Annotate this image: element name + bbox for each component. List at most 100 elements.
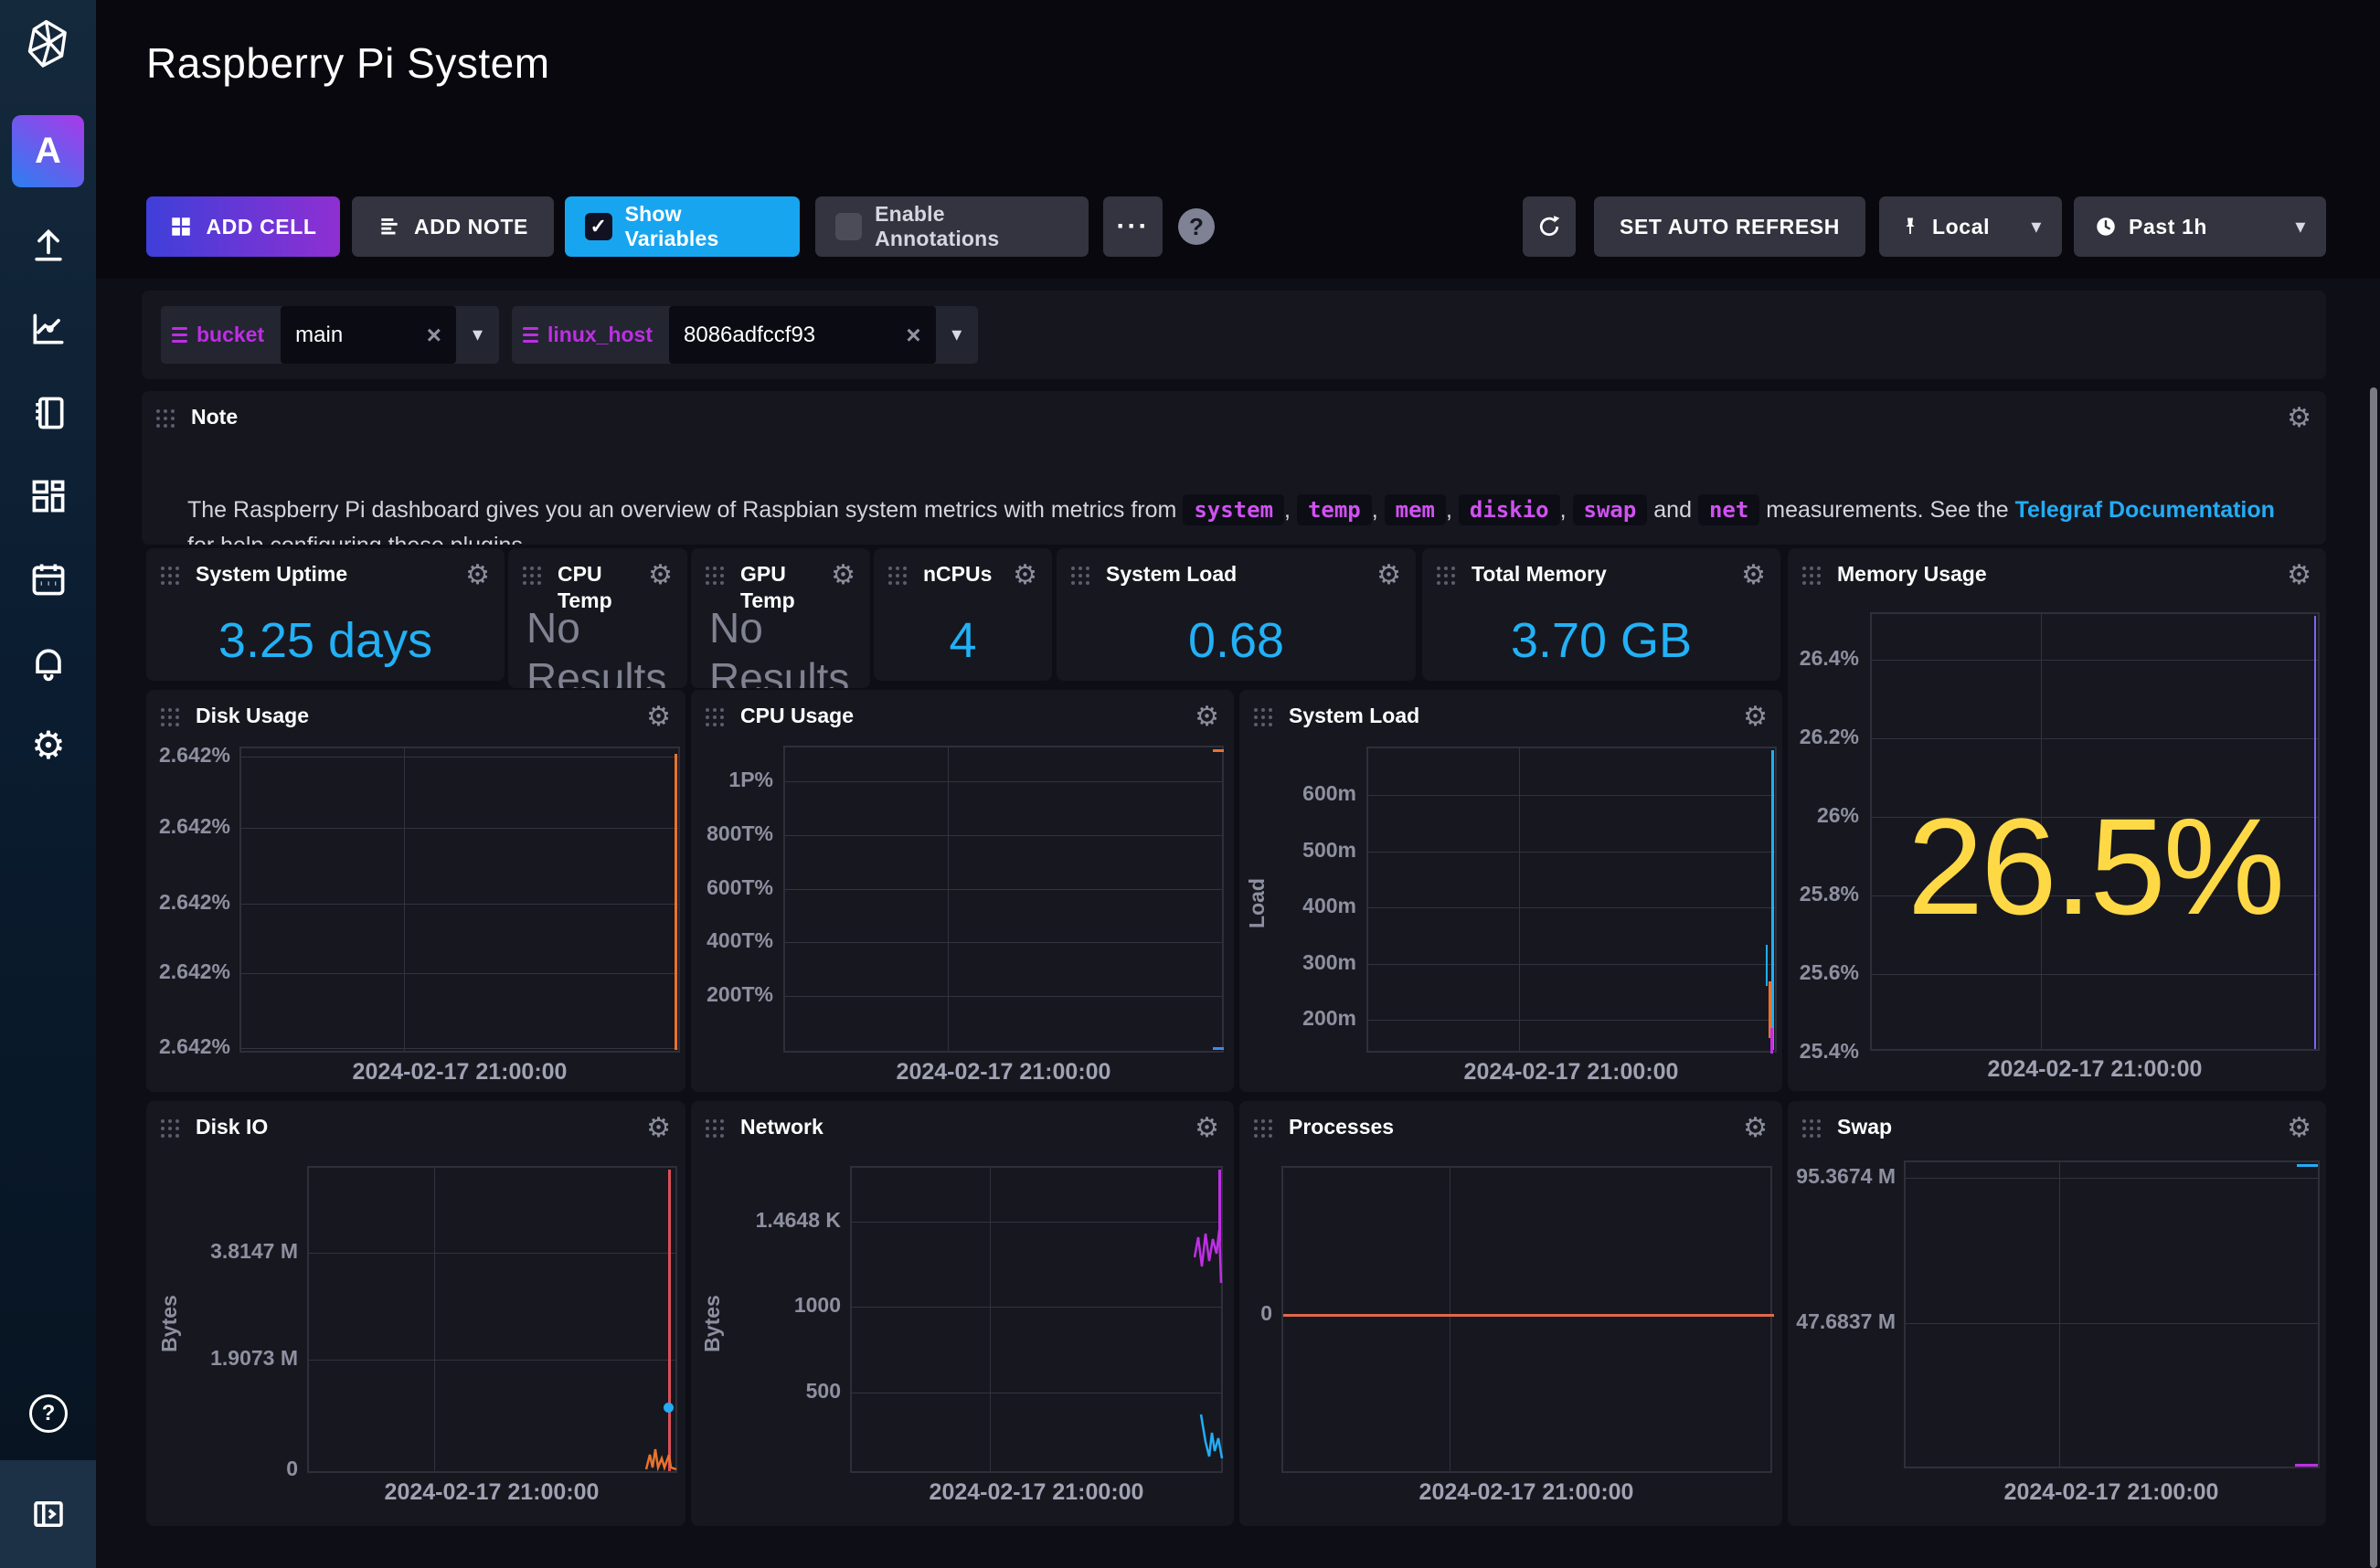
measurement-chip: diskio: [1459, 494, 1560, 525]
note-title: Note: [191, 404, 238, 430]
series-line: [2297, 1164, 2318, 1167]
variable-bucket-value[interactable]: main ×: [281, 306, 456, 364]
gridline-h: [785, 996, 1222, 997]
set-auto-refresh-button[interactable]: SET AUTO REFRESH: [1594, 196, 1865, 257]
settings-gear-icon[interactable]: ⚙: [27, 724, 69, 766]
gridline-v: [948, 747, 949, 1051]
add-cell-button[interactable]: ADD CELL: [146, 196, 340, 257]
avatar[interactable]: A: [12, 115, 84, 187]
drag-handle-icon[interactable]: [706, 708, 726, 728]
drag-handle-icon[interactable]: [1254, 1119, 1274, 1139]
gridline-h: [1872, 974, 2318, 975]
load-data-upload-icon[interactable]: [27, 225, 69, 267]
chart-plot: [239, 747, 680, 1053]
no-results-text: No Results: [526, 603, 673, 688]
telegraf-documentation-link[interactable]: Telegraf Documentation: [2015, 497, 2275, 523]
add-note-button[interactable]: ADD NOTE: [352, 196, 554, 257]
stat-cell-system-load: System Load ⚙ 0.68: [1057, 548, 1416, 681]
stat-cell-ncpus: nCPUs ⚙ 4: [874, 548, 1052, 681]
help-question-button[interactable]: ?: [1178, 208, 1215, 245]
gear-icon[interactable]: ⚙: [648, 559, 673, 591]
gridline-h: [1906, 1323, 2318, 1324]
stat-cell-gpu-temp: GPU Temp ⚙ No Results: [691, 548, 870, 688]
gear-icon[interactable]: ⚙: [1195, 701, 1219, 733]
tasks-calendar-icon[interactable]: [27, 558, 69, 600]
cell-title: System Load: [1289, 703, 1419, 729]
alerts-bell-icon[interactable]: [27, 642, 69, 684]
refresh-button[interactable]: [1523, 196, 1576, 257]
drag-handle-icon[interactable]: [161, 708, 181, 728]
drag-handle-icon[interactable]: [156, 409, 176, 429]
gridline-h: [309, 1253, 675, 1254]
more-options-button[interactable]: ···: [1103, 196, 1163, 257]
expand-sidebar-button[interactable]: [0, 1460, 96, 1568]
variable-host-value[interactable]: 8086adfccf93 ×: [669, 306, 936, 364]
notebooks-icon[interactable]: [27, 392, 69, 434]
variable-label: bucket: [172, 323, 264, 347]
timezone-dropdown[interactable]: Local ▾: [1879, 196, 2062, 257]
gear-icon[interactable]: ⚙: [1741, 559, 1766, 591]
measurement-chip: system: [1183, 494, 1284, 525]
drag-handle-icon[interactable]: [1802, 567, 1822, 587]
gear-icon[interactable]: ⚙: [1195, 1112, 1219, 1144]
cell-title: Memory Usage: [1837, 561, 1987, 588]
panel-swap: Swap ⚙ 95.3674 M 47.6837 M 2024-02-17 21…: [1788, 1101, 2326, 1526]
gear-icon[interactable]: ⚙: [2287, 402, 2311, 434]
vertical-scrollbar[interactable]: [2370, 387, 2377, 1568]
influxdb-dashboard-app: A ⚙ ? Raspberry Pi System: [0, 0, 2380, 1568]
gridline-h: [785, 835, 1222, 836]
drag-handle-icon[interactable]: [1071, 567, 1091, 587]
variable-hamburger-icon: [523, 323, 538, 346]
avatar-letter: A: [35, 131, 61, 172]
gear-icon[interactable]: ⚙: [465, 559, 490, 591]
data-explorer-graph-icon[interactable]: [27, 308, 69, 350]
drag-handle-icon[interactable]: [706, 1119, 726, 1139]
series-line: [645, 1444, 678, 1471]
drag-handle-icon[interactable]: [161, 1119, 181, 1139]
gear-icon[interactable]: ⚙: [2287, 1112, 2311, 1144]
note-text: The Raspberry Pi dashboard gives you an …: [187, 493, 2290, 545]
note-lines-icon: [377, 215, 401, 238]
show-variables-toggle[interactable]: ✓ Show Variables: [565, 196, 800, 257]
drag-handle-icon[interactable]: [1802, 1119, 1822, 1139]
panel-disk-io: Disk IO ⚙ Bytes 3.8147 M 1.9073 M 0 2024…: [146, 1101, 685, 1526]
drag-handle-icon[interactable]: [161, 567, 181, 587]
gear-icon[interactable]: ⚙: [1743, 1112, 1768, 1144]
series-line: [1771, 750, 1774, 1050]
time-range-dropdown[interactable]: Past 1h ▾: [2074, 196, 2326, 257]
gear-icon[interactable]: ⚙: [831, 559, 855, 591]
checkbox-checked-icon: ✓: [585, 213, 612, 240]
help-icon[interactable]: ?: [27, 1393, 69, 1435]
gear-icon[interactable]: ⚙: [1743, 701, 1768, 733]
measurement-chip: net: [1698, 494, 1759, 525]
gear-icon[interactable]: ⚙: [1376, 559, 1401, 591]
gridline-h: [1872, 738, 2318, 739]
panel-processes: Processes ⚙ 0 2024-02-17 21:00:00: [1239, 1101, 1782, 1526]
cell-title: System Uptime: [196, 561, 347, 588]
cell-title: Disk IO: [196, 1114, 268, 1140]
panel-disk-usage: Disk Usage ⚙ 2.642% 2.642% 2.642% 2.642%…: [146, 690, 685, 1092]
clear-x-icon[interactable]: ×: [906, 321, 920, 350]
drag-handle-icon[interactable]: [888, 567, 908, 587]
drag-handle-icon[interactable]: [706, 567, 726, 587]
ellipsis-icon: ···: [1117, 211, 1150, 242]
stat-value: 3.25 days: [146, 612, 505, 669]
influxdb-logo-icon[interactable]: [22, 18, 75, 71]
gear-icon[interactable]: ⚙: [1013, 559, 1037, 591]
gear-icon[interactable]: ⚙: [2287, 559, 2311, 591]
enable-annotations-toggle[interactable]: Enable Annotations: [815, 196, 1089, 257]
drag-handle-icon[interactable]: [1437, 567, 1457, 587]
variable-caret-button[interactable]: ▾: [936, 306, 978, 364]
drag-handle-icon[interactable]: [1254, 708, 1274, 728]
series-line: [1194, 1228, 1223, 1288]
cell-title: Disk Usage: [196, 703, 309, 729]
y-axis-title: Bytes: [157, 1295, 182, 1352]
gridline-h: [241, 904, 678, 905]
gear-icon[interactable]: ⚙: [646, 1112, 671, 1144]
drag-handle-icon[interactable]: [523, 567, 543, 587]
variable-caret-button[interactable]: ▾: [456, 306, 499, 364]
stat-cell-total-memory: Total Memory ⚙ 3.70 GB: [1422, 548, 1780, 681]
gear-icon[interactable]: ⚙: [646, 701, 671, 733]
clear-x-icon[interactable]: ×: [427, 321, 441, 350]
dashboards-icon[interactable]: [27, 475, 69, 517]
